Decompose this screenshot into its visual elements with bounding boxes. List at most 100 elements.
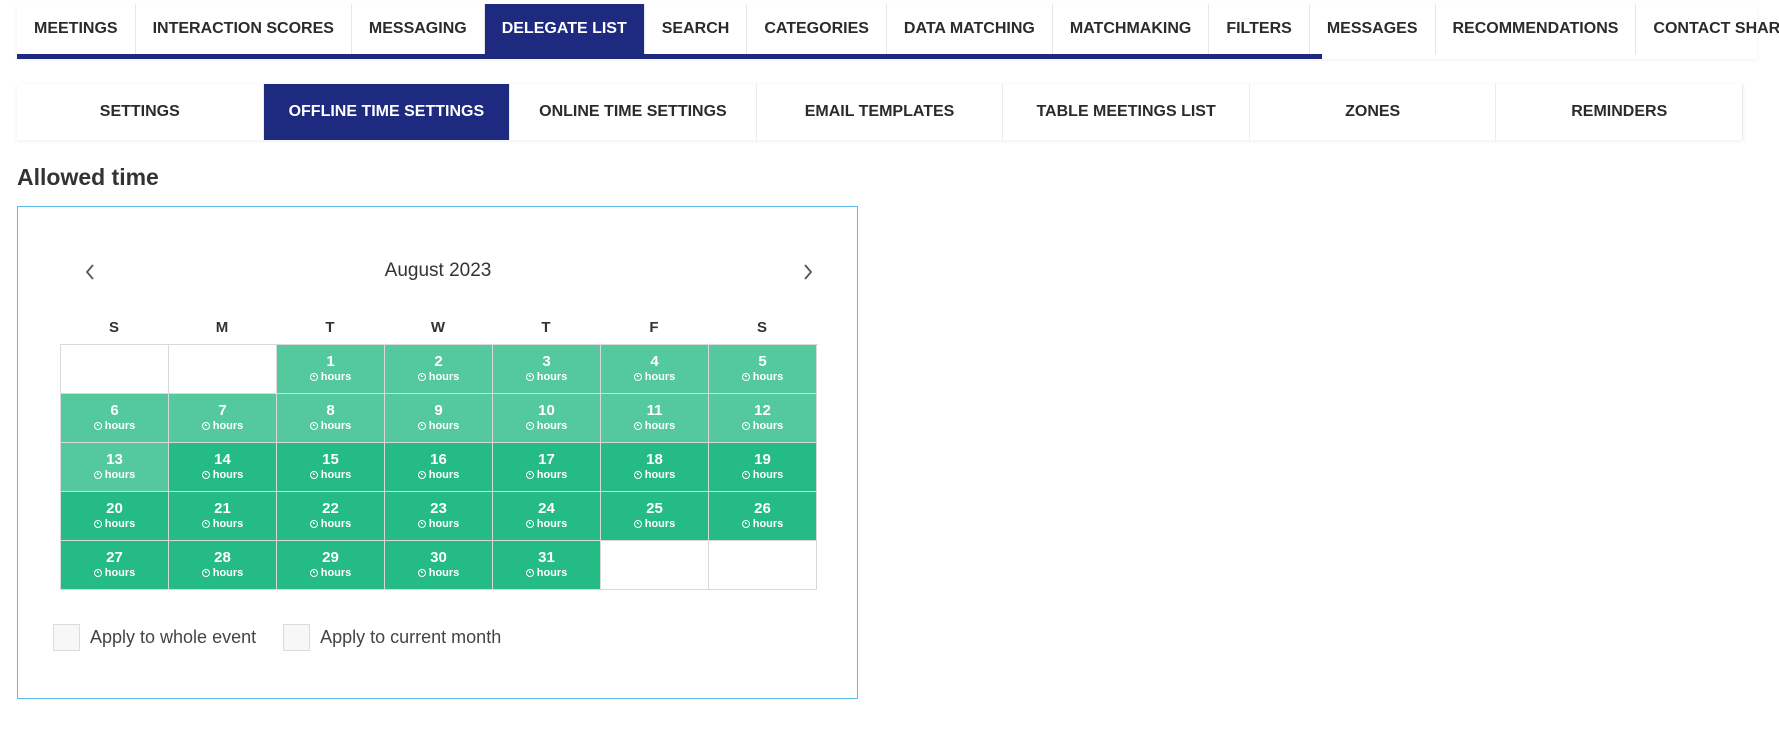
sub-tab-offline-time-settings[interactable]: OFFLINE TIME SETTINGS <box>263 84 511 140</box>
day-number: 6 <box>110 402 119 419</box>
calendar-day-cell[interactable]: 30 hours <box>385 541 493 590</box>
top-tab-interaction-scores[interactable]: INTERACTION SCORES <box>136 4 352 54</box>
top-tab-matchmaking[interactable]: MATCHMAKING <box>1053 4 1210 54</box>
calendar-day-cell[interactable]: 27 hours <box>61 541 169 590</box>
clock-icon <box>93 471 102 479</box>
calendar-day-cell[interactable]: 8 hours <box>277 394 385 443</box>
calendar-day-cell[interactable]: 17 hours <box>493 443 601 492</box>
hours-label: hours <box>428 469 460 481</box>
sub-tab-reminders[interactable]: REMINDERS <box>1496 84 1744 140</box>
apply-current-month-option[interactable]: Apply to current month <box>283 624 501 651</box>
hours-label: hours <box>104 567 136 579</box>
sub-tab-zones[interactable]: ZONES <box>1250 84 1497 140</box>
day-hours: hours <box>417 419 459 433</box>
calendar-day-cell[interactable]: 9 hours <box>385 394 493 443</box>
day-number: 17 <box>538 451 555 468</box>
day-number: 15 <box>322 451 339 468</box>
calendar-day-cell[interactable]: 19 hours <box>709 443 817 492</box>
calendar-day-cell[interactable]: 18 hours <box>601 443 709 492</box>
hours-label: hours <box>536 371 568 383</box>
apply-options: Apply to whole event Apply to current mo… <box>53 624 528 651</box>
day-hours: hours <box>525 370 568 384</box>
day-hours: hours <box>309 419 351 433</box>
clock-icon <box>525 520 534 528</box>
day-hours: hours <box>417 517 459 531</box>
sub-tab-settings[interactable]: SETTINGS <box>17 84 264 140</box>
clock-icon <box>417 422 426 430</box>
chevron-right-icon <box>804 264 813 280</box>
calendar-day-cell[interactable]: 7 hours <box>169 394 277 443</box>
clock-icon <box>417 373 426 381</box>
calendar-day-cell[interactable]: 12 hours <box>709 394 817 443</box>
day-number: 2 <box>434 353 443 370</box>
hours-label: hours <box>644 371 676 383</box>
clock-icon <box>93 569 102 577</box>
calendar-day-cell[interactable]: 4 hours <box>601 345 709 394</box>
calendar-day-cell[interactable]: 13 hours <box>61 443 169 492</box>
calendar-day-cell[interactable]: 14 hours <box>169 443 277 492</box>
clock-icon <box>525 569 534 577</box>
calendar-day-cell[interactable]: 1 hours <box>277 345 385 394</box>
top-tab-delegate-list[interactable]: DELEGATE LIST <box>484 4 645 54</box>
clock-icon <box>309 471 318 479</box>
calendar-day-cell[interactable]: 26 hours <box>709 492 817 541</box>
clock-icon <box>525 471 534 479</box>
calendar-panel: August 2023 SMTWTFS 1 hours 2 hours 3 hours 4 h… <box>17 206 858 699</box>
calendar-day-cell[interactable]: 16 hours <box>385 443 493 492</box>
calendar-day-cell[interactable]: 31 hours <box>493 541 601 590</box>
day-hours: hours <box>417 370 459 384</box>
sub-tab-email-templates[interactable]: EMAIL TEMPLATES <box>757 84 1004 140</box>
top-tab-messages[interactable]: MESSAGES <box>1310 4 1436 54</box>
top-tab-contact-sharing[interactable]: CONTACT SHARING <box>1636 4 1779 54</box>
clock-icon <box>633 422 642 430</box>
top-tab-data-matching[interactable]: DATA MATCHING <box>887 4 1053 54</box>
day-hours: hours <box>741 419 783 433</box>
calendar-day-cell[interactable]: 22 hours <box>277 492 385 541</box>
calendar-day-cell[interactable]: 5 hours <box>709 345 817 394</box>
calendar-day-cell[interactable]: 28 hours <box>169 541 277 590</box>
weekday-label: S <box>756 319 767 336</box>
calendar-empty-cell <box>601 541 709 590</box>
top-tab-messaging[interactable]: MESSAGING <box>352 4 485 54</box>
hours-label: hours <box>752 371 784 383</box>
clock-icon <box>309 569 318 577</box>
calendar-day-cell[interactable]: 2 hours <box>385 345 493 394</box>
calendar-day-cell[interactable]: 15 hours <box>277 443 385 492</box>
hours-label: hours <box>536 567 568 579</box>
calendar-day-cell[interactable]: 24 hours <box>493 492 601 541</box>
sub-tab-table-meetings-list[interactable]: TABLE MEETINGS LIST <box>1003 84 1250 140</box>
calendar-day-cell[interactable]: 29 hours <box>277 541 385 590</box>
clock-icon <box>633 520 642 528</box>
top-tab-meetings[interactable]: MEETINGS <box>17 4 136 54</box>
day-number: 26 <box>754 500 771 517</box>
sub-tab-online-time-settings[interactable]: ONLINE TIME SETTINGS <box>510 84 757 140</box>
apply-current-month-checkbox[interactable] <box>283 624 311 651</box>
hours-label: hours <box>212 567 244 579</box>
hours-label: hours <box>752 518 784 530</box>
calendar-day-cell[interactable]: 20 hours <box>61 492 169 541</box>
clock-icon <box>525 373 534 381</box>
top-tab-search[interactable]: SEARCH <box>645 4 748 54</box>
top-tab-categories[interactable]: CATEGORIES <box>747 4 887 54</box>
apply-whole-event-option[interactable]: Apply to whole event <box>53 624 256 651</box>
calendar-day-cell[interactable]: 23 hours <box>385 492 493 541</box>
clock-icon <box>309 422 318 430</box>
hours-label: hours <box>644 469 676 481</box>
calendar-day-cell[interactable]: 11 hours <box>601 394 709 443</box>
calendar-day-cell[interactable]: 10 hours <box>493 394 601 443</box>
day-hours: hours <box>201 566 244 580</box>
calendar-day-cell[interactable]: 6 hours <box>61 394 169 443</box>
hours-label: hours <box>212 518 244 530</box>
calendar-day-cell[interactable]: 3 hours <box>493 345 601 394</box>
calendar-day-cell[interactable]: 25 hours <box>601 492 709 541</box>
next-month-button[interactable] <box>793 257 823 287</box>
top-tab-recommendations[interactable]: RECOMMENDATIONS <box>1436 4 1637 54</box>
top-tab-filters[interactable]: FILTERS <box>1209 4 1310 54</box>
clock-icon <box>741 520 750 528</box>
weekday-label: T <box>541 319 551 336</box>
calendar-day-cell[interactable]: 21 hours <box>169 492 277 541</box>
day-number: 18 <box>646 451 663 468</box>
apply-whole-event-checkbox[interactable] <box>53 624 80 651</box>
hours-label: hours <box>320 371 352 383</box>
clock-icon <box>633 471 642 479</box>
